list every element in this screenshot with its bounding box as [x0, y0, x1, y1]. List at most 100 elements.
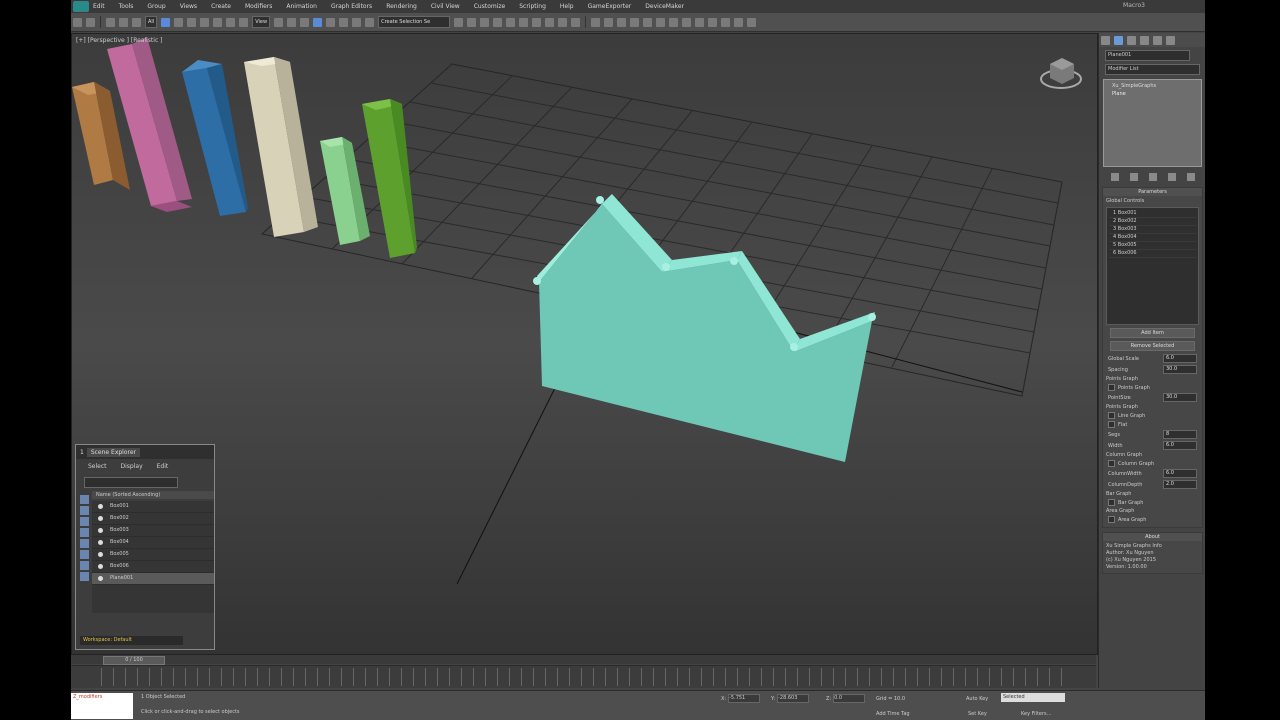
parameters-header[interactable]: Parameters [1103, 188, 1202, 196]
filter-shapes-icon[interactable] [80, 506, 89, 515]
track-bar[interactable] [71, 665, 1096, 688]
rect-selection-icon[interactable] [187, 17, 197, 27]
menu-gameexporter[interactable]: GameExporter [588, 3, 632, 10]
list-item[interactable]: 5 Box005 [1109, 242, 1196, 250]
edit-named-sel-icon[interactable] [365, 17, 375, 27]
custom-tool-icon[interactable] [695, 17, 705, 27]
menu-views[interactable]: Views [180, 3, 197, 10]
angle-snap-icon[interactable] [326, 17, 336, 27]
modifier-list-dropdown[interactable]: Modifier List [1105, 64, 1200, 75]
menu-edit[interactable]: Edit [93, 3, 105, 10]
auto-key-dropdown[interactable]: Selected [1001, 693, 1065, 702]
make-unique-icon[interactable] [1148, 173, 1157, 181]
pin-stack-icon[interactable] [1110, 173, 1119, 181]
graphite-ribbon-icon[interactable] [493, 17, 503, 27]
motion-tab-icon[interactable] [1140, 35, 1149, 45]
bar-box005[interactable] [320, 137, 370, 245]
scene-row-box001[interactable]: Box001 [92, 501, 214, 513]
remove-selected-button[interactable]: Remove Selected [1110, 341, 1195, 351]
undo-icon[interactable] [73, 17, 82, 27]
stack-item-plane[interactable]: Plane [1106, 90, 1199, 98]
add-time-tag[interactable]: Add Time Tag [876, 711, 910, 717]
custom-tool-icon[interactable] [591, 17, 601, 27]
menu-customize[interactable]: Customize [474, 3, 506, 10]
scene-explorer-titlebar[interactable]: 1 Scene Explorer [76, 445, 214, 459]
scene-row-box003[interactable]: Box003 [92, 525, 214, 537]
filter-helpers-icon[interactable] [80, 539, 89, 548]
show-end-result-icon[interactable] [1129, 173, 1138, 181]
custom-tool-icon[interactable] [669, 17, 679, 27]
area-graph-plane001[interactable] [533, 194, 876, 462]
filter-spacewarps-icon[interactable] [80, 550, 89, 559]
bar-box004[interactable] [244, 57, 318, 237]
keyboard-shortcut-icon[interactable] [300, 17, 310, 27]
scene-menu-edit[interactable]: Edit [157, 463, 169, 470]
scene-row-plane001[interactable]: Plane001 [92, 573, 214, 585]
material-editor-icon[interactable] [532, 17, 542, 27]
segs-value[interactable]: 8 [1163, 430, 1197, 439]
global-scale-value[interactable]: 6.0 [1163, 354, 1197, 363]
bind-spacewarp-icon[interactable] [132, 17, 141, 27]
area-graph-checkbox[interactable]: Area Graph [1108, 516, 1197, 523]
auto-key-label[interactable]: Auto Key [966, 696, 988, 702]
filter-lights-icon[interactable] [80, 517, 89, 526]
remove-modifier-icon[interactable] [1167, 173, 1176, 181]
modify-tab-icon[interactable] [1114, 35, 1123, 45]
width-value[interactable]: 6.0 [1163, 441, 1197, 450]
filter-geometry-icon[interactable] [80, 495, 89, 504]
scene-row-box006[interactable]: Box006 [92, 561, 214, 573]
spacing-value[interactable]: 30.0 [1163, 365, 1197, 374]
pointsize-value[interactable]: 30.0 [1163, 393, 1197, 402]
custom-tool-icon[interactable] [604, 17, 614, 27]
points-graph-checkbox[interactable]: Points Graph [1108, 384, 1197, 391]
scene-menu-select[interactable]: Select [88, 463, 107, 470]
custom-tool-icon[interactable] [721, 17, 731, 27]
scene-column-header[interactable]: Name (Sorted Ascending) [92, 491, 214, 499]
display-tab-icon[interactable] [1153, 35, 1162, 45]
select-rotate-icon[interactable] [226, 17, 236, 27]
coord-z-value[interactable]: 0.0 [833, 694, 866, 703]
set-key-label[interactable]: Set Key [968, 711, 987, 717]
select-scale-icon[interactable] [239, 17, 249, 27]
list-item[interactable]: 2 Box002 [1109, 218, 1196, 226]
column-depth-value[interactable]: 2.0 [1163, 480, 1197, 489]
curve-editor-icon[interactable] [506, 17, 516, 27]
column-width-value[interactable]: 6.0 [1163, 469, 1197, 478]
hierarchy-tab-icon[interactable] [1127, 35, 1136, 45]
custom-tool-icon[interactable] [734, 17, 744, 27]
bar-box002[interactable] [107, 37, 192, 212]
workspace-dropdown[interactable]: Workspace: Default [80, 636, 183, 645]
items-list[interactable]: 1 Box001 2 Box002 3 Box003 4 Box004 5 Bo… [1106, 207, 1199, 325]
coord-y-value[interactable]: -28.603 [777, 694, 810, 703]
selection-filter-dropdown[interactable]: All [145, 16, 158, 28]
perspective-viewport[interactable]: [+] [Perspective ] [Realistic ] [71, 33, 1098, 655]
utilities-tab-icon[interactable] [1166, 35, 1175, 45]
menu-rendering[interactable]: Rendering [386, 3, 417, 10]
named-selection-dropdown[interactable]: Create Selection Se [378, 16, 451, 28]
custom-tool-icon[interactable] [630, 17, 640, 27]
stack-item-xu-simplegraphs[interactable]: Xu_SimpleGraphs [1106, 82, 1199, 90]
mirror-icon[interactable] [454, 17, 464, 27]
select-move-icon[interactable] [213, 17, 223, 27]
menu-animation[interactable]: Animation [286, 3, 317, 10]
select-by-name-icon[interactable] [174, 17, 184, 27]
key-filters-button[interactable]: Key Filters... [1021, 711, 1051, 717]
layer-explorer-icon[interactable] [480, 17, 490, 27]
filter-xrefs-icon[interactable] [80, 572, 89, 581]
scene-row-box004[interactable]: Box004 [92, 537, 214, 549]
redo-icon[interactable] [86, 17, 95, 27]
time-slider[interactable]: 0 / 100 [103, 656, 165, 665]
custom-tool-icon[interactable] [747, 17, 757, 27]
bar-box006[interactable] [362, 99, 417, 258]
menu-scripting[interactable]: Scripting [519, 3, 546, 10]
render-production-icon[interactable] [571, 17, 581, 27]
window-crossing-icon[interactable] [200, 17, 210, 27]
select-object-icon[interactable] [161, 17, 171, 27]
custom-tool-icon[interactable] [708, 17, 718, 27]
unlink-icon[interactable] [119, 17, 128, 27]
scene-row-box005[interactable]: Box005 [92, 549, 214, 561]
spinner-snap-icon[interactable] [352, 17, 362, 27]
list-item[interactable]: 4 Box004 [1109, 234, 1196, 242]
add-item-button[interactable]: Add Item [1110, 328, 1195, 338]
ref-coord-dropdown[interactable]: View [252, 16, 271, 28]
